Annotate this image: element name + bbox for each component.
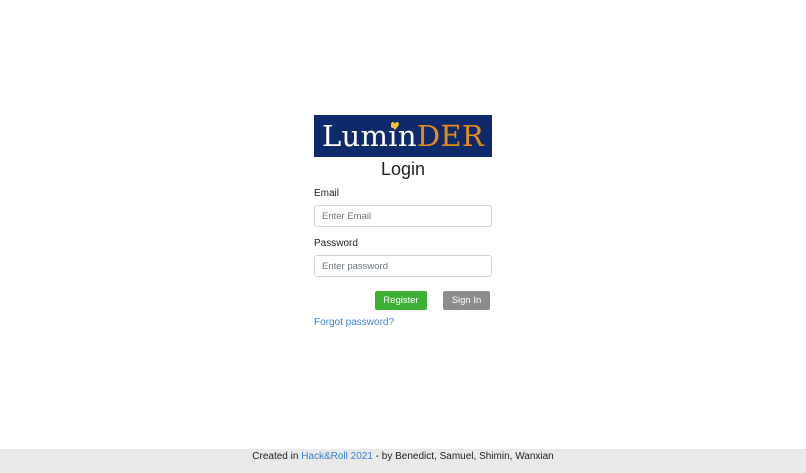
footer-prefix: Created in	[252, 451, 302, 462]
forgot-password-link[interactable]: Forgot password?	[314, 317, 492, 328]
email-label: Email	[314, 188, 340, 199]
email-field[interactable]	[314, 205, 492, 227]
button-row: Register Sign In	[314, 291, 492, 310]
password-field[interactable]	[314, 255, 492, 277]
heart-icon: ♥	[390, 120, 401, 133]
logo-text-lumin: Lumin	[321, 119, 417, 153]
page: ♥ LuminDER Login Email Password Register…	[0, 0, 806, 473]
lumin-der-logo: ♥ Lumin DER	[314, 115, 492, 157]
sign-in-button[interactable]: Sign In	[443, 291, 490, 310]
page-title: Login	[380, 159, 426, 179]
login-card: ♥ LuminDER Login Email Password Register…	[314, 115, 492, 328]
logo-text-der: DER	[416, 119, 485, 153]
register-button[interactable]: Register	[375, 291, 427, 310]
footer: Created in Hack&Roll 2021 - by Benedict,…	[0, 449, 806, 473]
footer-suffix: - by Benedict, Samuel, Shimin, Wanxian	[372, 451, 554, 462]
password-label: Password	[314, 238, 358, 249]
hackandroll-link[interactable]: Hack&Roll 2021	[301, 451, 373, 462]
